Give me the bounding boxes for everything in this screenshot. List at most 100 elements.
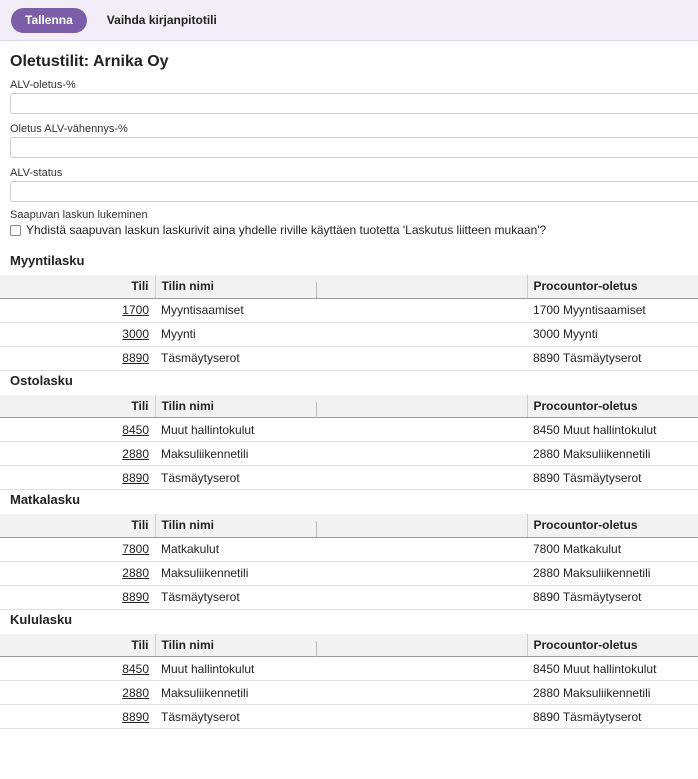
col-header-account[interactable]: Tili: [0, 514, 155, 538]
col-header-spacer: [316, 633, 527, 657]
procountor-default-cell: 7800 Matkakulut: [527, 537, 698, 562]
col-header-account[interactable]: Tili: [0, 633, 155, 657]
account-name-cell: Muut hallintokulut: [155, 656, 527, 681]
procountor-default-cell: 8890 Täsmäytyserot: [527, 346, 698, 371]
incoming-invoice-label: Saapuvan laskun lukeminen: [10, 209, 148, 221]
table-header-row: Tili Tilin nimi Procountor-oletus: [0, 275, 698, 299]
account-number-cell: 2880: [0, 680, 155, 705]
account-name-cell: Myyntisaamiset: [155, 298, 527, 323]
vat-deduction-input[interactable]: [10, 137, 698, 158]
account-number-cell: 3000: [0, 322, 155, 347]
account-number-link[interactable]: 2880: [122, 566, 149, 580]
vat-deduction-label: Oletus ALV-vähennys-%: [10, 123, 128, 135]
account-name-cell: Täsmäytyserot: [155, 465, 527, 490]
col-header-default[interactable]: Procountor-oletus: [526, 633, 698, 657]
account-name-cell: Muut hallintokulut: [155, 417, 527, 442]
account-number-cell: 1700: [0, 298, 155, 323]
table-row: 2880 Maksuliikennetili 2880 Maksuliikennet…: [0, 680, 698, 705]
save-button[interactable]: Tallenna: [11, 7, 87, 33]
vat-default-input[interactable]: [10, 93, 698, 114]
account-name-cell: Maksuliikennetili: [155, 441, 527, 466]
switch-account-button[interactable]: Vaihda kirjanpitotili: [107, 13, 217, 27]
col-header-name[interactable]: Tilin nimi: [154, 633, 316, 657]
account-name-cell: Maksuliikennetili: [155, 680, 527, 705]
account-section: Myyntilasku Tili Tilin nimi Procountor-o…: [0, 251, 698, 371]
section-title: Matkalasku: [10, 492, 81, 507]
col-header-account[interactable]: Tili: [0, 275, 155, 299]
vat-status-label: ALV-status: [10, 167, 63, 179]
vat-status-input[interactable]: [10, 181, 698, 202]
merge-rows-checkbox[interactable]: [10, 224, 21, 236]
table-row: 1700 Myyntisaamiset 1700 Myyntisaamiset: [0, 298, 698, 323]
section-title: Ostolasku: [10, 372, 73, 388]
procountor-default-cell: 3000 Myynti: [527, 322, 698, 347]
procountor-default-cell: 1700 Myyntisaamiset: [527, 298, 698, 323]
account-name-cell: Täsmäytyserot: [155, 346, 527, 371]
account-number-link[interactable]: 3000: [122, 327, 149, 341]
toolbar: Tallenna Vaihda kirjanpitotili: [0, 0, 698, 41]
vat-default-group: ALV-oletus-%: [0, 79, 698, 114]
account-number-link[interactable]: 8890: [122, 351, 149, 365]
account-number-cell: 2880: [0, 561, 155, 586]
procountor-default-cell: 8890 Täsmäytyserot: [527, 585, 698, 610]
procountor-default-cell: 2880 Maksuliikennetili: [527, 680, 698, 705]
col-header-name[interactable]: Tilin nimi: [154, 514, 316, 538]
col-header-default[interactable]: Procountor-oletus: [526, 275, 698, 299]
table-row: 3000 Myynti 3000 Myynti: [0, 322, 698, 347]
col-header-name[interactable]: Tilin nimi: [154, 275, 316, 299]
accounts-table: Tili Tilin nimi Procountor-oletus 8450 Mu…: [0, 394, 698, 490]
account-sections: Myyntilasku Tili Tilin nimi Procountor-o…: [0, 251, 698, 729]
account-section: Matkalasku Tili Tilin nimi Procountor-ol…: [0, 490, 698, 610]
table-row: 8890 Täsmäytyserot 8890 Täsmäytyserot: [0, 465, 698, 490]
account-number-link[interactable]: 8450: [122, 662, 149, 676]
col-header-name[interactable]: Tilin nimi: [154, 394, 316, 418]
account-number-link[interactable]: 1700: [122, 303, 149, 317]
account-number-link[interactable]: 2880: [122, 447, 149, 461]
procountor-default-cell: 8450 Muut hallintokulut: [527, 417, 698, 442]
account-number-link[interactable]: 8890: [122, 590, 149, 604]
account-number-cell: 8450: [0, 656, 155, 681]
table-row: 8890 Täsmäytyserot 8890 Täsmäytyserot: [0, 704, 698, 729]
section-title: Myyntilasku: [10, 253, 85, 268]
account-number-cell: 2880: [0, 441, 155, 466]
account-number-cell: 8890: [0, 346, 155, 371]
procountor-default-cell: 8450 Muut hallintokulut: [527, 656, 698, 681]
account-number-link[interactable]: 7800: [122, 542, 149, 556]
procountor-default-cell: 8890 Täsmäytyserot: [527, 465, 698, 490]
table-row: 2880 Maksuliikennetili 2880 Maksuliikennet…: [0, 441, 698, 466]
account-number-cell: 7800: [0, 537, 155, 562]
account-number-cell: 8890: [0, 704, 155, 729]
account-number-link[interactable]: 2880: [122, 686, 149, 700]
account-name-cell: Täsmäytyserot: [155, 585, 527, 610]
account-number-cell: 8890: [0, 465, 155, 490]
table-row: 8890 Täsmäytyserot 8890 Täsmäytyserot: [0, 585, 698, 610]
table-row: 8450 Muut hallintokulut 8450 Muut hallinto…: [0, 417, 698, 442]
col-header-default[interactable]: Procountor-oletus: [526, 394, 698, 418]
account-name-cell: Täsmäytyserot: [155, 704, 527, 729]
col-header-spacer: [316, 394, 527, 418]
accounts-table: Tili Tilin nimi Procountor-oletus 7800 Ma…: [0, 514, 698, 610]
accounts-table: Tili Tilin nimi Procountor-oletus 8450 Mu…: [0, 633, 698, 729]
account-number-link[interactable]: 8450: [122, 423, 149, 437]
incoming-invoice-group: Saapuvan laskun lukeminen Yhdistä saapuv…: [0, 209, 698, 237]
col-header-account[interactable]: Tili: [0, 394, 155, 418]
account-number-link[interactable]: 8890: [122, 471, 149, 485]
table-header-row: Tili Tilin nimi Procountor-oletus: [0, 394, 698, 418]
col-header-spacer: [316, 514, 527, 538]
account-number-link[interactable]: 8890: [122, 710, 149, 724]
account-name-cell: Maksuliikennetili: [155, 561, 527, 586]
table-row: 2880 Maksuliikennetili 2880 Maksuliikennet…: [0, 561, 698, 586]
accounts-table: Tili Tilin nimi Procountor-oletus 1700 My…: [0, 275, 698, 371]
table-header-row: Tili Tilin nimi Procountor-oletus: [0, 633, 698, 657]
merge-rows-option[interactable]: Yhdistä saapuvan laskun laskurivit aina …: [10, 223, 698, 237]
col-header-spacer: [316, 275, 527, 299]
account-section: Kululasku Tili Tilin nimi Procountor-ole…: [0, 610, 698, 729]
table-row: 8890 Täsmäytyserot 8890 Täsmäytyserot: [0, 346, 698, 371]
procountor-default-cell: 2880 Maksuliikennetili: [527, 561, 698, 586]
account-number-cell: 8890: [0, 585, 155, 610]
table-row: 8450 Muut hallintokulut 8450 Muut hallinto…: [0, 656, 698, 681]
procountor-default-cell: 8890 Täsmäytyserot: [527, 704, 698, 729]
account-section: Ostolasku Tili Tilin nimi Procountor-ole…: [0, 371, 698, 490]
vat-deduction-group: Oletus ALV-vähennys-%: [0, 123, 698, 158]
col-header-default[interactable]: Procountor-oletus: [526, 514, 698, 538]
